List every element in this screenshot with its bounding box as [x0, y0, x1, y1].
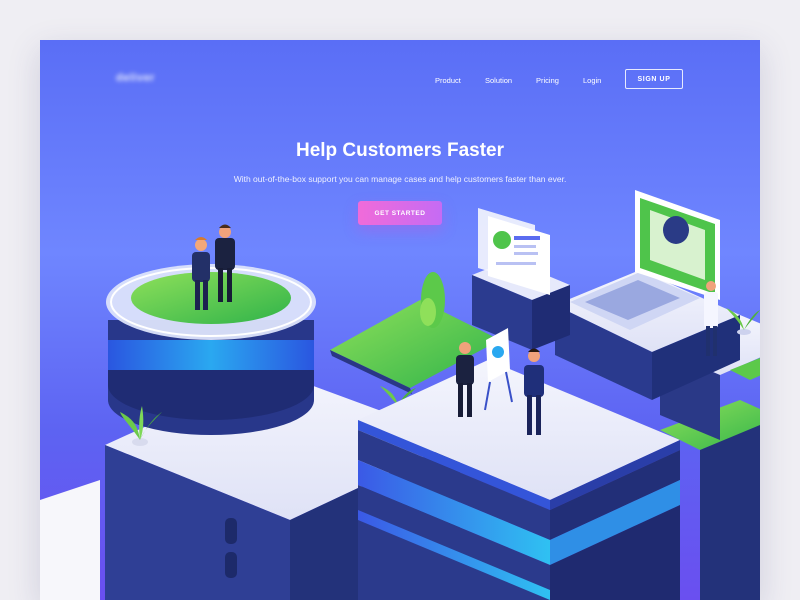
isometric-illustration [40, 190, 760, 600]
document-panels [472, 208, 570, 350]
sign-up-button[interactable]: SIGN UP [625, 69, 683, 89]
floor-shape [40, 480, 100, 600]
nav-link-pricing[interactable]: Pricing [536, 76, 559, 85]
brand-logo[interactable]: deliver [116, 72, 155, 84]
nav-link-product[interactable]: Product [435, 76, 461, 85]
cylinder-tower [106, 264, 316, 435]
hero-title: Help Customers Faster [295, 140, 504, 161]
landing-page: deliver Product Solution Pricing Login S… [40, 40, 760, 600]
top-navigation: deliver Product Solution Pricing Login S… [40, 40, 760, 120]
tree-icon [420, 272, 445, 328]
nav-link-login[interactable]: Login [583, 76, 601, 85]
hero-subtitle: With out-of-the-box support you can mana… [233, 174, 567, 184]
get-started-button[interactable]: GET STARTED [358, 201, 442, 225]
nav-link-solution[interactable]: Solution [485, 76, 512, 85]
